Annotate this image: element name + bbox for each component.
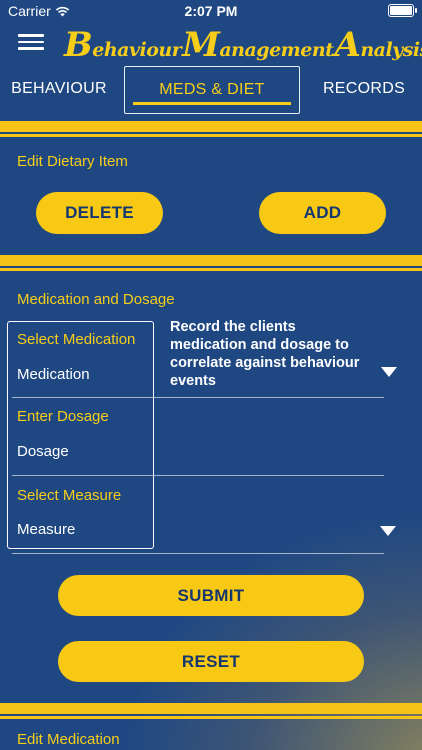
add-button[interactable]: ADD	[259, 192, 386, 234]
reset-button[interactable]: RESET	[58, 641, 364, 682]
title-initial-1: B	[64, 25, 93, 65]
hamburger-menu-icon[interactable]	[18, 30, 44, 54]
divider-stripe	[0, 703, 422, 714]
submit-button-label: SUBMIT	[177, 585, 245, 605]
app-title: BehaviourManagementAnalysis	[64, 25, 422, 65]
tab-behaviour-label: BEHAVIOUR	[11, 80, 107, 97]
tab-behaviour[interactable]: BEHAVIOUR	[0, 66, 118, 112]
divider-stripe	[0, 255, 422, 266]
measure-dropdown-icon[interactable]	[380, 526, 396, 536]
battery-icon	[388, 4, 417, 17]
tab-bar: BEHAVIOUR MEDS & DIET RECORDS	[0, 66, 422, 116]
title-rest-3: nalysis	[360, 39, 422, 61]
select-measure-label: Select Measure	[17, 487, 122, 504]
divider-stripe	[0, 121, 422, 132]
submit-button[interactable]: SUBMIT	[58, 575, 364, 616]
delete-button-label: DELETE	[65, 203, 134, 222]
divider-stripe-thin	[0, 716, 422, 719]
title-rest-2: anagement	[219, 39, 334, 61]
field-separator	[12, 475, 384, 476]
field-separator	[12, 397, 384, 398]
dosage-field[interactable]: Dosage	[17, 443, 69, 460]
tab-meds-diet[interactable]: MEDS & DIET	[124, 66, 300, 114]
title-initial-2: M	[182, 25, 220, 65]
field-separator	[12, 553, 384, 554]
status-bar: Carrier 2:07 PM	[0, 0, 422, 22]
delete-button[interactable]: DELETE	[36, 192, 163, 234]
title-rest-1: ehaviour	[92, 39, 182, 61]
reset-button-label: RESET	[181, 651, 241, 671]
medication-dropdown-icon[interactable]	[381, 367, 397, 377]
tab-records-label: RECORDS	[322, 80, 406, 97]
edit-medication-title: Edit Medication	[17, 731, 120, 748]
medication-info-text: Record the clients medication and dosage…	[170, 319, 360, 389]
enter-dosage-label: Enter Dosage	[17, 408, 109, 425]
medication-field[interactable]: Medication	[17, 366, 90, 383]
select-medication-label: Select Medication	[17, 331, 136, 348]
measure-field[interactable]: Measure	[17, 521, 75, 538]
status-time: 2:07 PM	[184, 3, 238, 19]
edit-dietary-title: Edit Dietary Item	[17, 153, 128, 170]
active-tab-indicator	[133, 102, 291, 105]
add-button-label: ADD	[303, 203, 342, 222]
divider-stripe-thin	[0, 134, 422, 137]
tab-records[interactable]: RECORDS	[306, 66, 422, 112]
tab-meds-diet-label: MEDS & DIET	[159, 81, 265, 98]
medication-form-box	[7, 321, 154, 549]
title-initial-3: A	[334, 25, 361, 65]
divider-stripe-thin	[0, 268, 422, 271]
medication-section-title: Medication and Dosage	[17, 291, 175, 308]
